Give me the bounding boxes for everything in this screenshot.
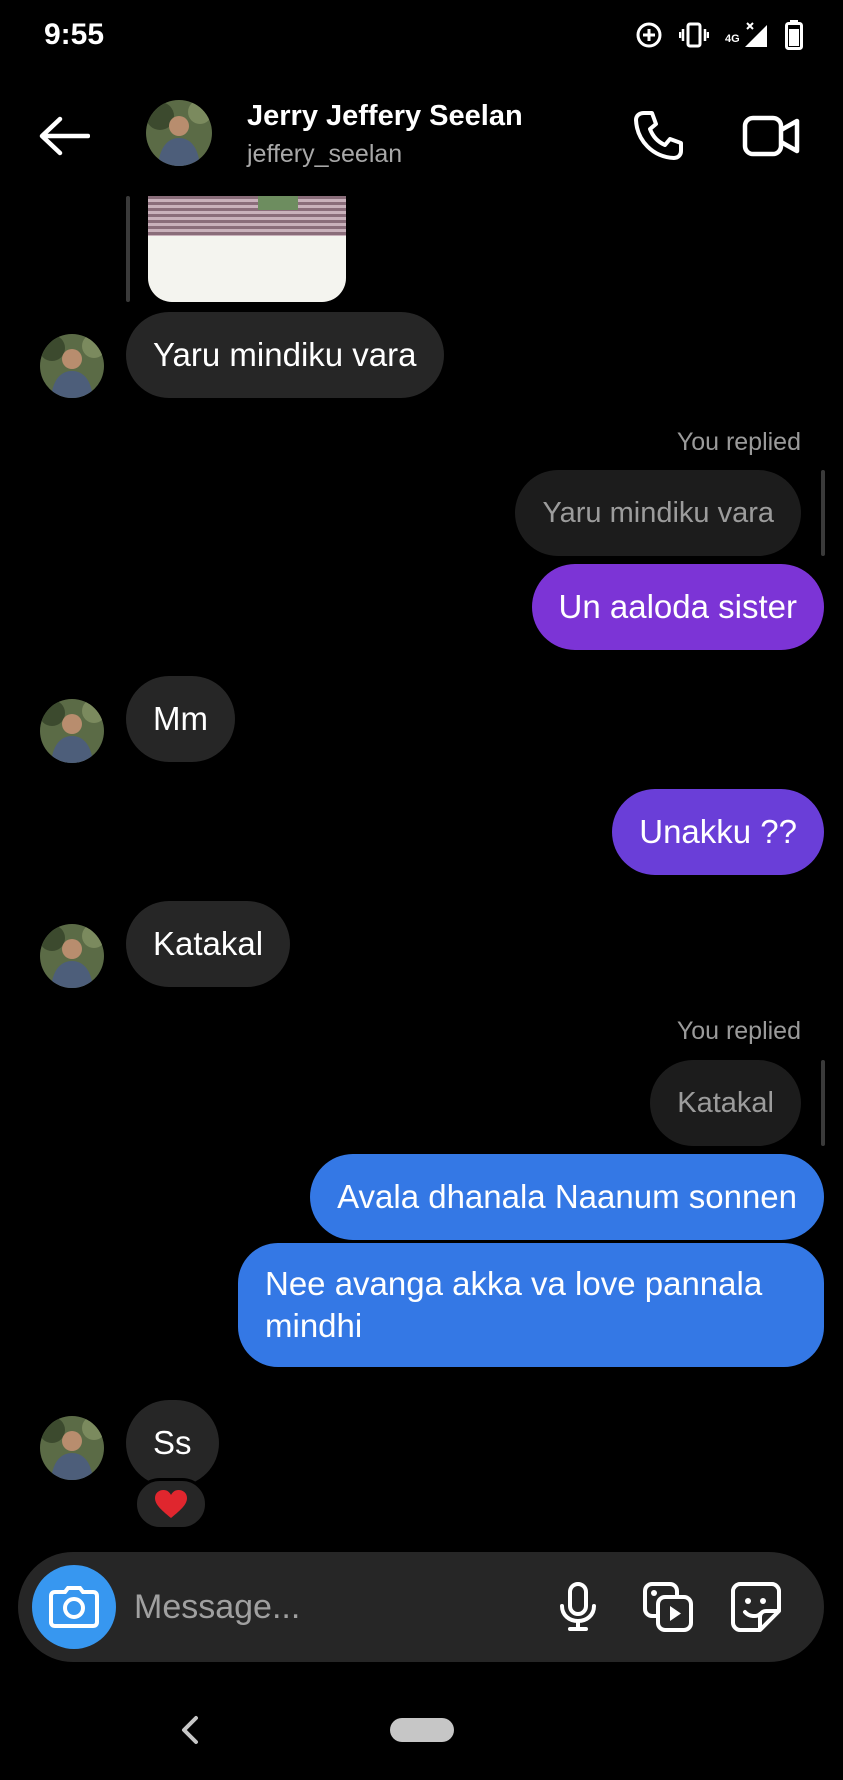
message-bubble-outgoing[interactable]: Un aaloda sister [531,564,824,650]
message-bubble-incoming[interactable]: Yaru mindiku vara [126,312,444,398]
reaction-badge[interactable] [134,1478,208,1530]
sender-avatar[interactable] [40,1416,104,1480]
signal-icon: 4G [725,21,769,49]
chevron-left-icon [182,1716,198,1744]
system-home-pill[interactable] [390,1718,454,1742]
voice-call-button[interactable] [628,106,688,166]
contact-avatar[interactable] [146,100,212,166]
arrow-left-icon [39,116,90,156]
sender-avatar[interactable] [40,699,104,763]
system-back-button[interactable] [172,1710,208,1750]
reply-bar [821,1060,825,1146]
dm-screen: 9:55 4G Jerry Jeffery Seelan jeffery_see… [0,0,843,1780]
status-time: 9:55 [44,18,105,51]
sticker-button[interactable] [726,1577,786,1637]
vibrate-icon [679,22,709,48]
reply-bar [126,196,130,302]
gallery-button[interactable] [638,1577,698,1637]
battery-icon [785,20,803,50]
video-call-button[interactable] [740,106,802,166]
data-saver-icon [636,22,662,48]
replied-label: You replied [676,428,801,456]
message-input[interactable] [134,1577,554,1637]
reply-bar [821,470,825,556]
camera-icon [49,1586,99,1628]
quoted-message[interactable]: Yaru mindiku vara [515,470,801,556]
message-bubble-outgoing[interactable]: Nee avanga akka va love pannala mindhi [238,1243,824,1367]
back-button[interactable] [34,110,94,162]
message-bubble-incoming[interactable]: Ss [126,1400,219,1486]
microphone-icon [560,1582,596,1631]
sender-avatar[interactable] [40,924,104,988]
quoted-message[interactable]: Katakal [650,1060,801,1146]
voice-message-button[interactable] [548,1577,608,1637]
message-composer [18,1552,824,1662]
replied-label: You replied [676,1017,801,1045]
sticker-icon [731,1582,781,1632]
phone-icon [634,111,683,160]
contact-handle: jeffery_seelan [247,140,403,168]
message-bubble-incoming[interactable]: Katakal [126,901,291,987]
camera-button[interactable] [32,1565,116,1649]
message-bubble-outgoing[interactable]: Avala dhanala Naanum sonnen [310,1154,824,1240]
heart-icon [155,1490,187,1518]
video-camera-icon [742,115,800,157]
gallery-icon [643,1582,693,1632]
message-bubble-incoming[interactable]: Mm [126,676,235,762]
contact-name[interactable]: Jerry Jeffery Seelan [247,100,523,133]
shared-media-thumbnail[interactable] [148,196,346,302]
message-bubble-outgoing[interactable]: Unakku ?? [612,789,824,875]
sender-avatar[interactable] [40,334,104,398]
chat-header: Jerry Jeffery Seelan jeffery_seelan [0,88,843,198]
status-icons: 4G [635,20,803,50]
